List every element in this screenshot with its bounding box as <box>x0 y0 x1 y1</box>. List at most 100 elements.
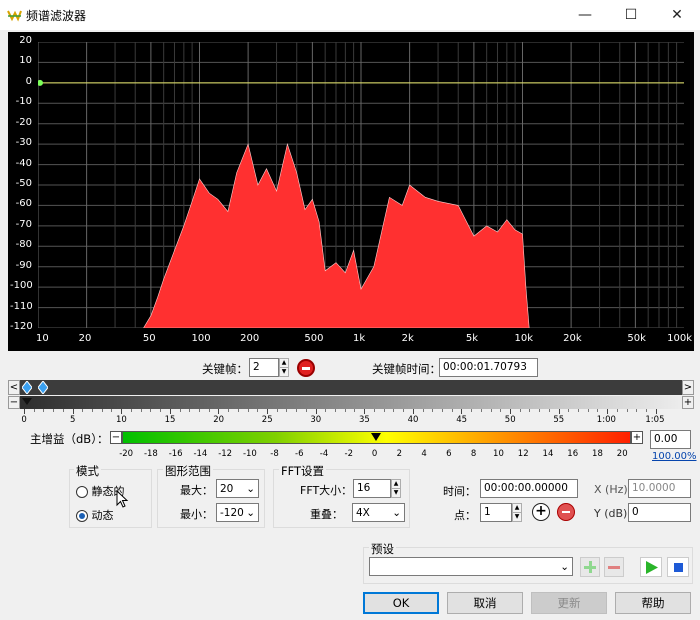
timeline-minor-tick <box>354 409 356 412</box>
spectrum-plot[interactable] <box>38 42 684 328</box>
keyframe-down-arrow[interactable]: ▼ <box>279 367 289 377</box>
spectrum-display[interactable]: 20 10 0 -10 -20 -30 -40 -50 -60 -70 -80 -90 -100 -110… <box>8 32 694 351</box>
preset-select[interactable]: ⌄ <box>369 557 573 576</box>
point-down-arrow[interactable]: ▼ <box>512 512 522 522</box>
gain-tick-label: -16 <box>168 449 183 459</box>
timeline-minor-tick <box>587 409 589 412</box>
filter-point <box>38 79 43 86</box>
graph-range-title: 图形范围 <box>163 463 213 479</box>
keyframe-time-input[interactable]: 00:00:01.70793 <box>439 358 538 377</box>
gain-tick-label: -20 <box>119 449 134 459</box>
timeline-tick-label: 40 <box>407 415 419 425</box>
timeline-minor-tick <box>43 409 45 412</box>
timeline-minor-tick <box>568 409 570 412</box>
timeline-minor-tick <box>305 409 307 412</box>
gain-plus-button[interactable]: + <box>631 431 643 444</box>
x-axis-tick-label: 5k <box>465 333 479 344</box>
add-preset-button[interactable] <box>580 557 600 577</box>
max-label: 最大： <box>180 484 213 497</box>
cancel-button[interactable]: 取消 <box>447 592 523 614</box>
timeline-minor-tick <box>539 409 541 412</box>
zoom-out-button[interactable]: − <box>8 396 20 409</box>
fft-size-down-arrow[interactable]: ▼ <box>391 488 401 498</box>
stop-button[interactable] <box>667 557 689 577</box>
mouse-cursor-icon <box>116 490 129 508</box>
y-axis-tick-label: 0 <box>25 75 32 87</box>
timeline-minor-tick <box>150 409 152 412</box>
timeline-minor-tick <box>228 409 230 412</box>
timeline-minor-tick <box>82 409 84 412</box>
play-button[interactable] <box>640 557 662 577</box>
keyframe-track[interactable]: < > <box>8 380 694 395</box>
min-label: 最小： <box>180 508 213 521</box>
timeline-minor-tick <box>208 409 210 412</box>
title-bar: 频谱滤波器 — ☐ ✕ <box>0 0 700 30</box>
dynamic-radio-label: 动态 <box>91 509 114 522</box>
delete-keyframe-icon[interactable] <box>297 359 315 377</box>
y-axis-tick-label: -40 <box>15 157 32 169</box>
gain-minus-button[interactable]: − <box>110 431 122 444</box>
time-input[interactable]: 00:00:00.00000 <box>480 479 578 498</box>
playhead-icon[interactable] <box>22 398 32 405</box>
max-select[interactable]: 20 ⌄ <box>216 479 259 498</box>
zoom-track[interactable]: − + <box>8 396 694 409</box>
timeline-right-arrow[interactable]: > <box>682 380 694 395</box>
gain-tick-label: 12 <box>517 449 529 459</box>
y-db-label: Y (dB): <box>594 507 632 520</box>
y-db-input[interactable]: 0 <box>628 503 691 522</box>
keyframe-marker-1[interactable] <box>22 381 32 394</box>
timeline-minor-tick <box>432 409 434 412</box>
y-axis-tick-label: 10 <box>19 55 32 67</box>
update-button[interactable]: 更新 <box>531 592 607 614</box>
maximize-button[interactable]: ☐ <box>608 0 654 30</box>
timeline-minor-tick <box>422 409 424 412</box>
min-select[interactable]: -120 ⌄ <box>216 503 259 522</box>
y-axis-tick-label: -70 <box>15 218 32 230</box>
y-axis-tick-label: -30 <box>15 137 32 149</box>
timeline-minor-tick <box>403 409 405 412</box>
timeline-minor-tick <box>53 409 55 412</box>
gain-percent-link[interactable]: 100.00% <box>652 451 697 462</box>
dynamic-radio[interactable]: 动态 <box>76 507 114 523</box>
timeline-minor-tick <box>578 409 580 412</box>
y-axis-tick-label: -100 <box>10 280 33 292</box>
point-input[interactable]: 1 <box>480 503 512 522</box>
timeline-minor-tick <box>519 409 521 412</box>
timeline-minor-tick <box>325 409 327 412</box>
timeline-minor-tick <box>179 409 181 412</box>
remove-point-icon[interactable] <box>557 503 575 521</box>
ok-button[interactable]: OK <box>363 592 439 614</box>
timeline-minor-tick <box>33 409 35 412</box>
timeline-tick-label: 20 <box>213 415 225 425</box>
timeline-tick-label: 35 <box>359 415 370 425</box>
gain-tick-label: -14 <box>193 449 208 459</box>
close-icon: ✕ <box>671 7 683 23</box>
timeline-minor-tick <box>529 409 531 412</box>
timeline-tick-label: 55 <box>553 415 565 425</box>
close-button[interactable]: ✕ <box>654 0 700 30</box>
fft-size-input[interactable]: 16 <box>353 479 391 498</box>
timeline-tick-mark <box>218 409 220 414</box>
timeline-left-arrow[interactable]: < <box>8 380 20 395</box>
timeline-tick-label: 1:00 <box>596 415 616 425</box>
minimize-icon: — <box>578 7 592 23</box>
x-axis-tick-label: 20 <box>78 333 92 344</box>
delete-preset-button[interactable] <box>604 557 624 577</box>
gain-tick-label: -10 <box>242 449 257 459</box>
timeline-minor-tick <box>335 409 337 412</box>
keyframe-marker-2[interactable] <box>38 381 48 394</box>
add-point-icon[interactable]: + <box>532 503 550 521</box>
keyframe-input[interactable]: 2 <box>249 358 279 377</box>
y-axis-tick-label: -110 <box>10 300 33 312</box>
overlap-select[interactable]: 4X ⌄ <box>352 503 405 522</box>
point-label: 点： <box>454 509 476 522</box>
gain-slider[interactable] <box>122 431 631 444</box>
x-hz-input[interactable]: 10.0000 <box>628 479 691 498</box>
gain-slider-thumb[interactable] <box>371 433 381 441</box>
zoom-in-button[interactable]: + <box>682 396 694 409</box>
timeline-tick-mark <box>558 409 560 414</box>
help-button[interactable]: 帮助 <box>615 592 691 614</box>
timeline-minor-tick <box>101 409 103 412</box>
timeline-tick-mark <box>607 409 609 414</box>
minimize-button[interactable]: — <box>562 0 608 30</box>
